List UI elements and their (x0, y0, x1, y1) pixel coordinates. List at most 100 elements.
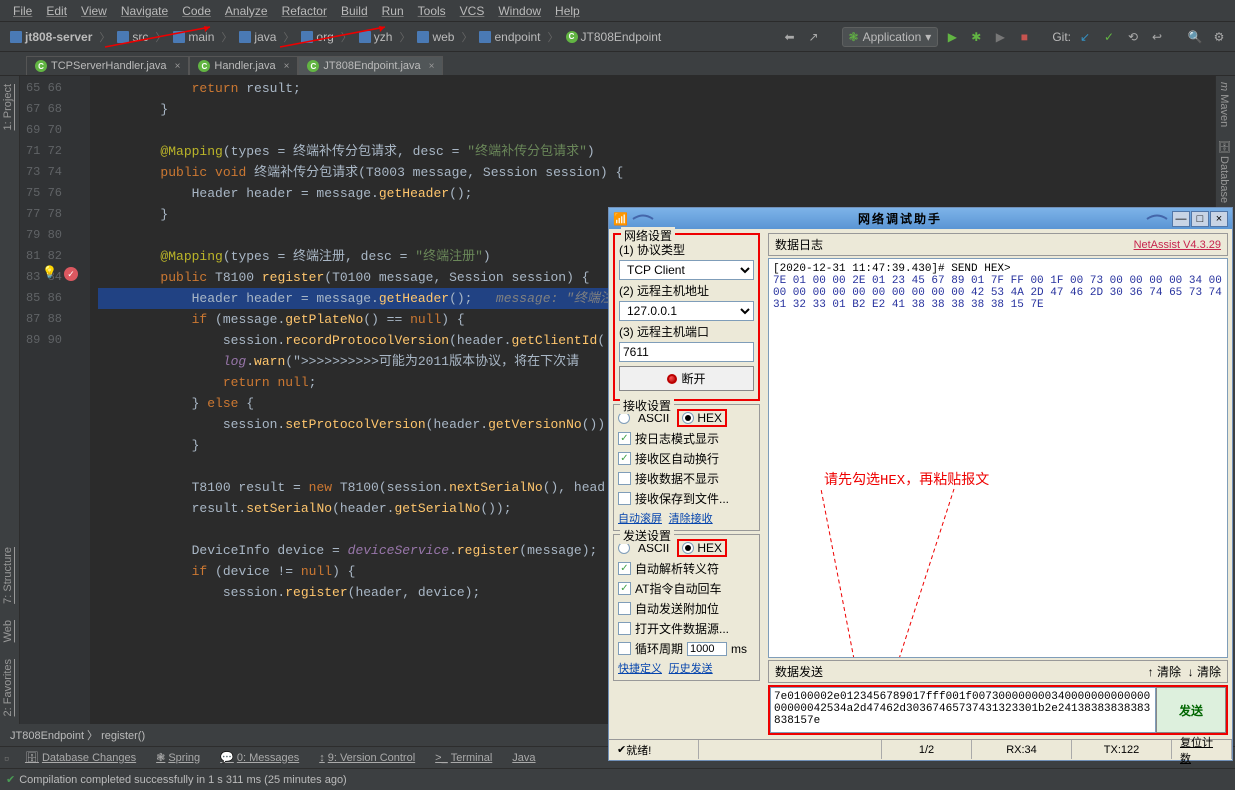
status-message: Compilation completed successfully in 1 … (19, 774, 347, 786)
menu-help[interactable]: Help (548, 2, 587, 20)
protocol-select[interactable]: TCP Client (619, 260, 754, 280)
tool-messages[interactable]: 💬 0: Messages (216, 749, 303, 766)
log-title: 数据日志 (775, 236, 823, 253)
checkbox[interactable]: ✓ (618, 562, 631, 575)
send-title: 数据发送 (775, 663, 823, 680)
tool-java[interactable]: Java (508, 750, 539, 766)
tab-jt808endpoint[interactable]: CJT808Endpoint.java× (298, 56, 443, 75)
tool-version-control[interactable]: ↕ 9: Version Control (315, 750, 419, 766)
nav-back-icon[interactable]: ⬅ (780, 27, 800, 47)
history-link[interactable]: 历史发送 (669, 663, 713, 675)
checkbox[interactable] (618, 622, 631, 635)
version-link[interactable]: NetAssist V4.3.29 (1134, 239, 1221, 251)
breadcrumb-item[interactable]: endpoint (475, 29, 544, 45)
window-icon[interactable]: ▫ (4, 750, 9, 766)
net-title-bar[interactable]: 📶 网络调试助手 — □ × (609, 208, 1232, 229)
checkbox[interactable] (618, 492, 631, 505)
checkbox[interactable] (618, 642, 631, 655)
close-icon[interactable]: × (175, 61, 181, 72)
menu-code[interactable]: Code (175, 2, 218, 20)
port-input[interactable] (619, 342, 754, 362)
close-icon[interactable]: × (429, 61, 435, 72)
breakpoint-icon[interactable]: ✓ (64, 267, 78, 281)
debug-icon[interactable]: ✱ (966, 27, 986, 47)
search-icon[interactable]: 🔍 (1185, 27, 1205, 47)
settings-icon[interactable]: ⚙ (1209, 27, 1229, 47)
hint-text: 请先勾选HEX，再粘贴报文 (824, 469, 989, 489)
recv-settings-group: 接收设置 ASCII HEX ✓按日志模式显示 ✓接收区自动换行 接收数据不显示… (613, 404, 760, 531)
git-revert-icon[interactable]: ↩ (1147, 27, 1167, 47)
chevron-down-icon: ▾ (925, 30, 931, 44)
status-ok-icon: ✔ (6, 773, 15, 786)
breadcrumb-item[interactable]: yzh (355, 29, 397, 45)
reset-count-link[interactable]: 复位计数 (1180, 734, 1223, 766)
breadcrumb-root[interactable]: jt808-server (6, 29, 96, 45)
disconnect-button[interactable]: 断开 (619, 366, 754, 391)
breadcrumb-item[interactable]: src (113, 29, 152, 45)
checkbox[interactable] (618, 602, 631, 615)
cycle-input[interactable] (687, 642, 727, 656)
tab-handler[interactable]: CHandler.java× (189, 56, 298, 75)
clear-all-link[interactable]: ↓ 清除 (1188, 665, 1221, 679)
menu-file[interactable]: File (6, 2, 39, 20)
web-tool-button[interactable]: Web (0, 612, 19, 650)
breadcrumb-item[interactable]: java (235, 29, 280, 45)
tab-tcpserverhandler[interactable]: CTCPServerHandler.java× (26, 56, 189, 75)
breadcrumb-item[interactable]: main (169, 29, 218, 45)
checkbox[interactable]: ✓ (618, 432, 631, 445)
recv-hex-radio[interactable] (682, 412, 694, 424)
menu-build[interactable]: Build (334, 2, 375, 20)
git-commit-icon[interactable]: ✓ (1099, 27, 1119, 47)
breadcrumb-item[interactable]: org (297, 29, 337, 45)
run-icon[interactable]: ▶ (942, 27, 962, 47)
menu-window[interactable]: Window (491, 2, 548, 20)
intention-bulb-icon[interactable]: 💡 (42, 265, 57, 279)
menu-tools[interactable]: Tools (411, 2, 453, 20)
menu-navigate[interactable]: Navigate (114, 2, 175, 20)
checkbox[interactable]: ✓ (618, 452, 631, 465)
run-config-selector[interactable]: ❃ Application ▾ (842, 27, 939, 47)
class-icon: C (198, 60, 210, 72)
checkbox[interactable]: ✓ (618, 582, 631, 595)
minimize-button[interactable]: — (1172, 211, 1190, 227)
structure-tool-button[interactable]: 7: Structure (0, 539, 19, 612)
folder-icon (173, 31, 185, 43)
editor-tabs: CTCPServerHandler.java× CHandler.java× C… (0, 52, 1235, 76)
close-icon[interactable]: × (284, 61, 290, 72)
maven-tool-button[interactable]: m Maven (1216, 76, 1232, 133)
breadcrumb-item[interactable]: CJT808Endpoint (562, 29, 666, 45)
breadcrumb-item[interactable]: web (413, 29, 458, 45)
tool-terminal[interactable]: >_ Terminal (431, 750, 496, 766)
maximize-button[interactable]: □ (1191, 211, 1209, 227)
tool-database-changes[interactable]: 🗄 Database Changes (21, 749, 140, 766)
menu-run[interactable]: Run (375, 2, 411, 20)
send-hex-radio[interactable] (682, 542, 694, 554)
coverage-icon[interactable]: ▶ (990, 27, 1010, 47)
expand-icon[interactable]: ↗ (804, 27, 824, 47)
auto-scroll-link[interactable]: 自动滚屏 (618, 513, 662, 525)
log-textarea[interactable]: [2020-12-31 11:47:39.430]# SEND HEX> 7E … (768, 258, 1228, 658)
checkbox[interactable] (618, 472, 631, 485)
send-button[interactable]: 发送 (1156, 687, 1226, 733)
database-tool-button[interactable]: 🗄 Database (1216, 133, 1233, 209)
stop-icon[interactable]: ■ (1014, 27, 1034, 47)
menu-edit[interactable]: Edit (39, 2, 74, 20)
project-tool-button[interactable]: 1: Project (0, 76, 19, 138)
menu-view[interactable]: View (74, 2, 114, 20)
host-select[interactable]: 127.0.0.1 (619, 301, 754, 321)
shortcut-link[interactable]: 快捷定义 (618, 663, 662, 675)
menu-vcs[interactable]: VCS (453, 2, 492, 20)
tool-spring[interactable]: ❃ Spring (152, 749, 204, 766)
folder-icon (417, 31, 429, 43)
git-history-icon[interactable]: ⟲ (1123, 27, 1143, 47)
clear-send-link[interactable]: ↑ 清除 (1148, 665, 1181, 679)
git-update-icon[interactable]: ↙ (1075, 27, 1095, 47)
send-textarea[interactable]: 7e0100002e0123456789017fff001f0073000000… (770, 687, 1156, 733)
favorites-tool-button[interactable]: 2: Favorites (0, 651, 19, 724)
menu-bar: File Edit View Navigate Code Analyze Ref… (0, 0, 1235, 22)
folder-icon (301, 31, 313, 43)
menu-refactor[interactable]: Refactor (275, 2, 334, 20)
menu-analyze[interactable]: Analyze (218, 2, 275, 20)
close-button[interactable]: × (1210, 211, 1228, 227)
clear-recv-link[interactable]: 清除接收 (669, 513, 713, 525)
